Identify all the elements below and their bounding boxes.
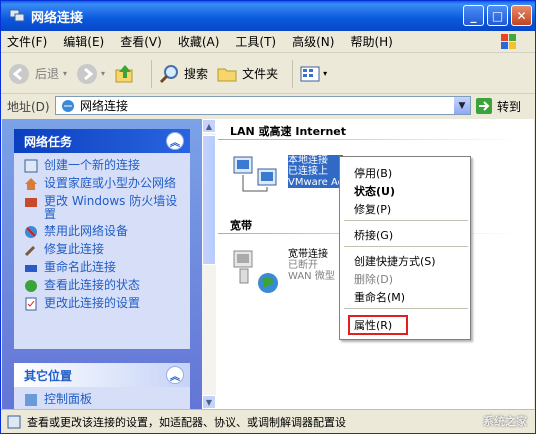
menu-item-disable[interactable]: 停用(B) <box>354 165 392 181</box>
search-icon <box>159 64 179 83</box>
rename-icon <box>24 261 38 275</box>
settings-icon <box>24 297 38 311</box>
back-arrow-icon <box>9 63 29 84</box>
task-firewall[interactable]: 更改 Windows 防火墙设置 <box>24 195 184 221</box>
scroll-thumb[interactable] <box>202 135 216 265</box>
forward-arrow-icon <box>77 63 98 84</box>
address-label: 地址(D) <box>7 99 50 114</box>
task-repair-connection[interactable]: 修复此连接 <box>24 243 184 257</box>
menu-help[interactable]: 帮助(H) <box>350 33 392 50</box>
lan-connection-device: VMware Ac <box>288 177 344 188</box>
views-button[interactable]: ▾ <box>299 64 327 84</box>
menu-item-rename[interactable]: 重命名(M) <box>354 289 405 305</box>
other-places-header[interactable]: 其它位置 ︽ <box>14 363 190 387</box>
toolbar: 后退 ▾ ▾ 搜索 文件夹 ▾ <box>1 54 535 94</box>
task-change-settings[interactable]: 更改此连接的设置 <box>24 297 184 311</box>
go-button[interactable]: 转到 <box>475 97 521 115</box>
lan-connection-status: 已连接上 <box>288 166 344 177</box>
menu-separator <box>344 220 468 221</box>
menu-advanced[interactable]: 高级(N) <box>292 33 334 50</box>
collapse-icon[interactable]: ︽ <box>166 366 184 384</box>
status-icon <box>24 279 38 293</box>
disable-device-icon <box>24 225 38 239</box>
menu-file[interactable]: 文件(F) <box>7 33 47 50</box>
control-panel-icon <box>24 393 38 407</box>
network-connections-icon <box>9 8 25 24</box>
folder-icon <box>217 68 237 81</box>
lan-connection-icon <box>233 156 277 192</box>
window: 网络连接 _ □ ✕ 文件(F) 编辑(E) 查看(V) 收藏(A) 工具(T)… <box>0 0 536 434</box>
search-button[interactable]: 搜索 <box>158 63 208 85</box>
group-lan-header: LAN 或高速 Internet <box>230 125 347 138</box>
go-arrow-icon <box>476 98 492 114</box>
collapse-icon[interactable]: ︽ <box>166 132 184 150</box>
menu-favorites[interactable]: 收藏(A) <box>178 33 220 50</box>
menu-separator <box>344 246 468 247</box>
menu-item-create-shortcut[interactable]: 创建快捷方式(S) <box>354 253 436 269</box>
task-rename-connection[interactable]: 重命名此连接 <box>24 261 184 275</box>
group-broadband-header: 宽带 <box>230 219 252 232</box>
scroll-up-arrow[interactable]: ▲ <box>202 119 216 133</box>
up-folder-button[interactable] <box>113 62 137 86</box>
status-text: 查看或更改该连接的设置，如适配器、协议、或调制解调器配置设 <box>27 415 346 429</box>
network-connections-icon <box>62 99 74 112</box>
broadband-connection-status: 已断开 <box>288 260 318 271</box>
folders-button[interactable]: 文件夹 <box>216 63 278 85</box>
menu-item-delete: 删除(D) <box>354 273 394 286</box>
task-pane: 网络任务 ︽ 创建一个新的连接 设置家庭或小型办公网络 更改 Windows 防… <box>2 119 202 409</box>
firewall-icon <box>24 195 38 209</box>
other-places-panel: 其它位置 ︽ 控制面板 <box>14 363 190 409</box>
menu-item-repair[interactable]: 修复(P) <box>354 201 391 217</box>
close-button[interactable]: ✕ <box>511 5 532 26</box>
broadband-connection-name: 宽带连接 <box>288 249 328 260</box>
task-home-network[interactable]: 设置家庭或小型办公网络 <box>24 177 184 191</box>
forward-button[interactable]: ▾ <box>75 62 105 86</box>
lan-connection-item[interactable]: 本地连接 已连接上 VMware Ac <box>232 155 344 199</box>
menu-view[interactable]: 查看(V) <box>120 33 162 50</box>
title-bar[interactable]: 网络连接 _ □ ✕ <box>1 1 535 31</box>
broadband-connection-item[interactable]: 宽带连接 已断开 WAN 微型 <box>232 249 335 295</box>
task-view-status[interactable]: 查看此连接的状态 <box>24 279 184 293</box>
toolbar-separator <box>151 59 153 88</box>
control-panel-link[interactable]: 控制面板 <box>24 393 184 407</box>
back-button[interactable]: 后退 ▾ <box>7 62 67 86</box>
home-network-icon <box>24 177 38 191</box>
address-dropdown-button[interactable]: ▼ <box>454 97 470 114</box>
address-input[interactable]: 网络连接 ▼ <box>55 96 471 115</box>
minimize-button[interactable]: _ <box>463 5 484 26</box>
network-tasks-panel: 网络任务 ︽ 创建一个新的连接 设置家庭或小型办公网络 更改 Windows 防… <box>14 129 190 349</box>
broadband-connection-icon <box>233 250 278 293</box>
menu-separator <box>344 308 468 309</box>
toolbar-separator <box>292 59 294 88</box>
window-title: 网络连接 <box>31 10 84 26</box>
network-tasks-header[interactable]: 网络任务 ︽ <box>14 129 190 153</box>
views-icon <box>300 66 320 81</box>
menu-bar: 文件(F) 编辑(E) 查看(V) 收藏(A) 工具(T) 高级(N) 帮助(H… <box>1 31 535 53</box>
task-disable-device[interactable]: 禁用此网络设备 <box>24 225 184 239</box>
status-info-icon <box>7 415 21 428</box>
broadband-connection-device: WAN 微型 <box>288 271 335 282</box>
group-divider <box>218 139 518 140</box>
status-bar: 查看或更改该连接的设置，如适配器、协议、或调制解调器配置设 系统之家 <box>1 409 535 433</box>
maximize-button[interactable]: □ <box>487 5 508 26</box>
address-bar: 地址(D) 网络连接 ▼ 转到 <box>1 95 535 117</box>
up-folder-icon <box>115 64 133 82</box>
menu-edit[interactable]: 编辑(E) <box>63 33 104 50</box>
task-create-connection[interactable]: 创建一个新的连接 <box>24 159 184 173</box>
menu-tools[interactable]: 工具(T) <box>235 33 276 50</box>
windows-logo-icon <box>489 31 529 53</box>
wrench-icon <box>24 243 38 257</box>
scroll-down-arrow[interactable]: ▼ <box>202 395 216 409</box>
task-pane-scrollbar[interactable]: ▲ ▼ <box>202 119 216 409</box>
menu-item-status[interactable]: 状态(U) <box>354 183 395 199</box>
menu-item-bridge[interactable]: 桥接(G) <box>354 227 393 243</box>
lan-connection-name: 本地连接 <box>288 155 344 166</box>
new-connection-icon <box>24 159 38 173</box>
watermark: 系统之家 <box>483 415 527 428</box>
context-menu: 停用(B) 状态(U) 修复(P) 桥接(G) 创建快捷方式(S) 删除(D) … <box>339 156 471 340</box>
properties-highlight-box <box>348 315 408 335</box>
